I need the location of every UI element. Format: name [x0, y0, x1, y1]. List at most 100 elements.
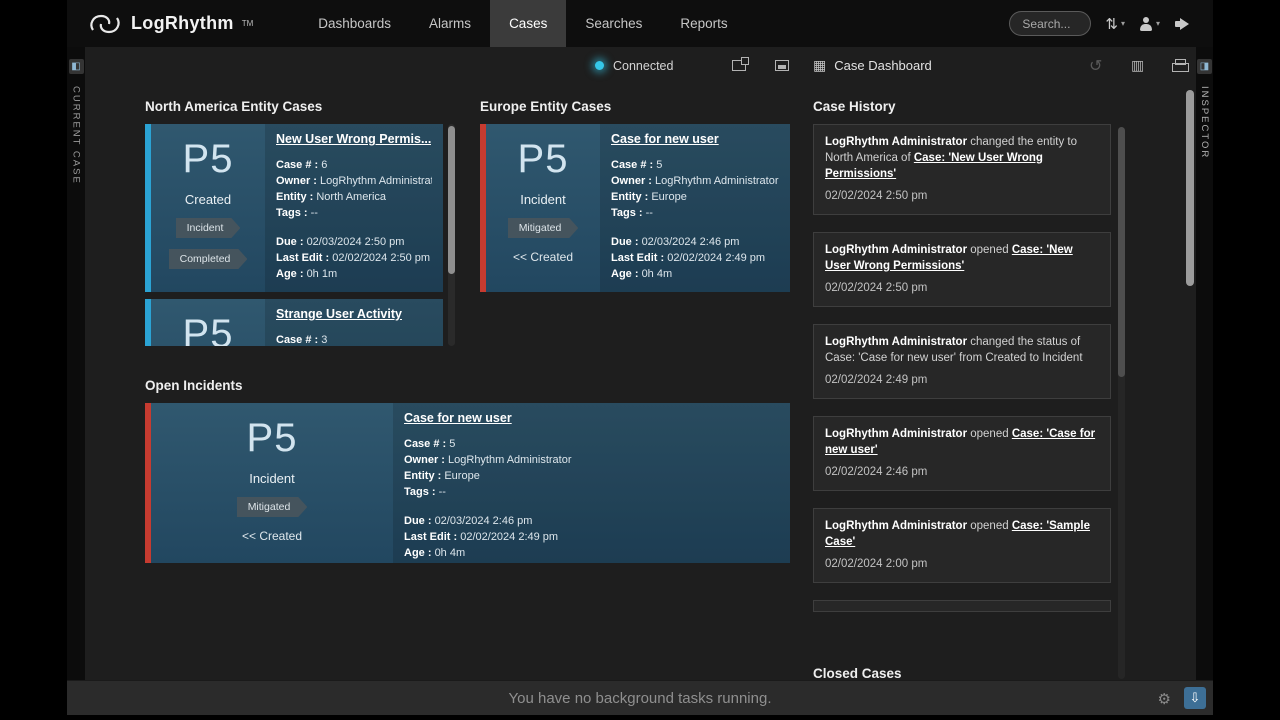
current-case-tab[interactable]: CURRENT CASE — [71, 86, 82, 185]
case-priority: P5 — [183, 137, 234, 181]
print-button[interactable] — [1172, 47, 1187, 84]
case-card-case-for-new-user[interactable]: P5 Incident Mitigated << Created Case fo… — [480, 124, 790, 292]
main-panel: Connected ▦ Case Dashboard ↺ ▥ North Ame… — [85, 47, 1196, 680]
sliders-icon: ⇅ — [1105, 15, 1118, 33]
case-card-open-incident[interactable]: P5 Incident Mitigated << Created Case fo… — [145, 403, 790, 563]
priority-pane: P5 Incident Mitigated << Created — [486, 124, 600, 292]
case-title-link[interactable]: Case for new user — [611, 132, 719, 146]
columns-icon: ▥ — [1131, 57, 1144, 74]
previous-status: << Created — [242, 529, 302, 543]
case-field: Tags : -- — [404, 484, 779, 500]
na-list-scrollbar[interactable] — [448, 124, 455, 346]
status-transition-button[interactable]: Completed — [169, 249, 248, 269]
history-entry: LogRhythm Administrator opened Case: 'Sa… — [813, 508, 1111, 583]
history-text: opened — [970, 520, 1008, 532]
history-actor: LogRhythm Administrator — [825, 428, 967, 440]
case-card-new-user-wrong-permissions[interactable]: P5 Created Incident Completed New User W… — [145, 124, 443, 292]
popout-panel-button[interactable] — [732, 47, 746, 84]
status-transition-button[interactable]: Mitigated — [237, 497, 308, 517]
history-timestamp: 02/02/2024 2:50 pm — [825, 280, 1099, 296]
case-details: Strange User Activity Case # : 3 Owner :… — [265, 299, 443, 346]
case-status: Incident — [249, 471, 295, 486]
user-icon — [1139, 17, 1153, 31]
history-entry: LogRhythm Administrator opened Case: 'Ne… — [813, 232, 1111, 307]
case-card-strange-user-activity[interactable]: P5 Strange User Activity Case # : 3 Owne… — [145, 299, 443, 346]
priority-pane: P5 — [151, 299, 265, 346]
chevron-down-icon: ▾ — [1121, 19, 1125, 28]
scrollbar-thumb[interactable] — [448, 126, 455, 274]
case-field: Last Edit : 02/02/2024 2:49 pm — [611, 250, 779, 266]
save-layout-button[interactable] — [775, 47, 789, 84]
case-field: Owner : LogRhythm Administrator — [276, 173, 432, 189]
history-timestamp: 02/02/2024 2:50 pm — [825, 188, 1099, 204]
case-details: Case for new user Case # : 5 Owner : Log… — [600, 124, 790, 292]
previous-status: << Created — [513, 250, 573, 264]
background-tasks-message: You have no background tasks running. — [509, 690, 772, 707]
nav-tab-alarms[interactable]: Alarms — [410, 0, 490, 47]
history-timestamp: 02/02/2024 2:00 pm — [825, 556, 1099, 572]
history-actor: LogRhythm Administrator — [825, 244, 967, 256]
dashboard-content: North America Entity Cases P5 Created In… — [85, 84, 1196, 680]
history-entry: LogRhythm Administrator changed the stat… — [813, 324, 1111, 399]
preferences-menu[interactable]: ⇅▾ — [1105, 15, 1125, 33]
megaphone-icon — [1174, 17, 1191, 31]
case-field: Case # : 6 — [276, 157, 432, 173]
case-field: Due : 02/03/2024 2:46 pm — [611, 234, 779, 250]
popout-icon — [732, 60, 746, 71]
history-scrollbar[interactable] — [1118, 127, 1125, 679]
main-scrollbar[interactable] — [1186, 88, 1194, 674]
nav-tab-dashboards[interactable]: Dashboards — [299, 0, 410, 47]
case-priority: P5 — [183, 312, 234, 346]
status-transition-button[interactable]: Incident — [176, 218, 241, 238]
history-text: opened — [970, 244, 1008, 256]
case-title-link[interactable]: New User Wrong Permis... — [276, 132, 431, 146]
undo-button[interactable]: ↺ — [1089, 47, 1102, 84]
scrollbar-thumb[interactable] — [1186, 90, 1194, 286]
user-menu[interactable]: ▾ — [1139, 17, 1160, 31]
case-details: Case for new user Case # : 5 Owner : Log… — [393, 403, 790, 563]
download-tasks-button[interactable]: ⇩ — [1184, 687, 1206, 709]
nav-tab-reports[interactable]: Reports — [661, 0, 746, 47]
gear-icon[interactable]: ⚙ — [1158, 690, 1171, 708]
status-transition-button[interactable]: Mitigated — [508, 218, 579, 238]
trademark: TM — [242, 19, 254, 28]
case-title-link[interactable]: Case for new user — [404, 411, 512, 425]
case-field: Last Edit : 02/02/2024 2:50 pm — [276, 250, 432, 266]
history-actor: LogRhythm Administrator — [825, 520, 967, 532]
case-field: Case # : 5 — [404, 436, 779, 452]
history-actor: LogRhythm Administrator — [825, 336, 967, 348]
case-toolbar: Connected ▦ Case Dashboard ↺ ▥ — [85, 47, 1196, 84]
history-actor: LogRhythm Administrator — [825, 136, 967, 148]
section-title: Open Incidents — [145, 378, 790, 393]
case-field: Owner : LogRhythm Administrator — [404, 452, 779, 468]
case-history-section: Case History LogRhythm Administrator cha… — [813, 99, 1125, 612]
case-field: Last Edit : 02/02/2024 2:49 pm — [404, 529, 779, 545]
top-nav: LogRhythm TM Dashboards Alarms Cases Sear… — [67, 0, 1213, 47]
history-timestamp: 02/02/2024 2:49 pm — [825, 372, 1099, 388]
announcements-button[interactable] — [1174, 17, 1191, 31]
nav-tab-searches[interactable]: Searches — [566, 0, 661, 47]
columns-button[interactable]: ▥ — [1131, 47, 1144, 84]
current-case-expand-button[interactable]: ◧ — [69, 59, 84, 74]
dashboard-selector[interactable]: ▦ Case Dashboard — [813, 47, 932, 84]
history-entry: LogRhythm Administrator opened Case: 'Ca… — [813, 416, 1111, 491]
printer-icon — [1172, 59, 1187, 72]
case-field: Tags : -- — [611, 205, 779, 221]
case-title-link[interactable]: Strange User Activity — [276, 307, 402, 321]
section-title: Europe Entity Cases — [480, 99, 790, 114]
search-input[interactable] — [1009, 11, 1091, 36]
case-field: Entity : Europe — [611, 189, 779, 205]
section-title: Case History — [813, 99, 1125, 114]
inspector-expand-button[interactable]: ◨ — [1197, 59, 1212, 74]
logrhythm-logo: LogRhythm TM — [87, 11, 253, 37]
case-field: Case # : 3 — [276, 332, 432, 346]
scrollbar-thumb[interactable] — [1118, 127, 1125, 377]
priority-pane: P5 Created Incident Completed — [151, 124, 265, 292]
inspector-strip: ◨ INSPECTOR — [1196, 47, 1213, 680]
logo-text: LogRhythm — [131, 13, 234, 34]
case-details: New User Wrong Permis... Case # : 6 Owne… — [265, 124, 443, 292]
inspector-tab[interactable]: INSPECTOR — [1199, 86, 1210, 159]
current-case-strip: ◧ CURRENT CASE — [67, 47, 85, 680]
history-text: opened — [970, 428, 1008, 440]
nav-tab-cases[interactable]: Cases — [490, 0, 566, 47]
